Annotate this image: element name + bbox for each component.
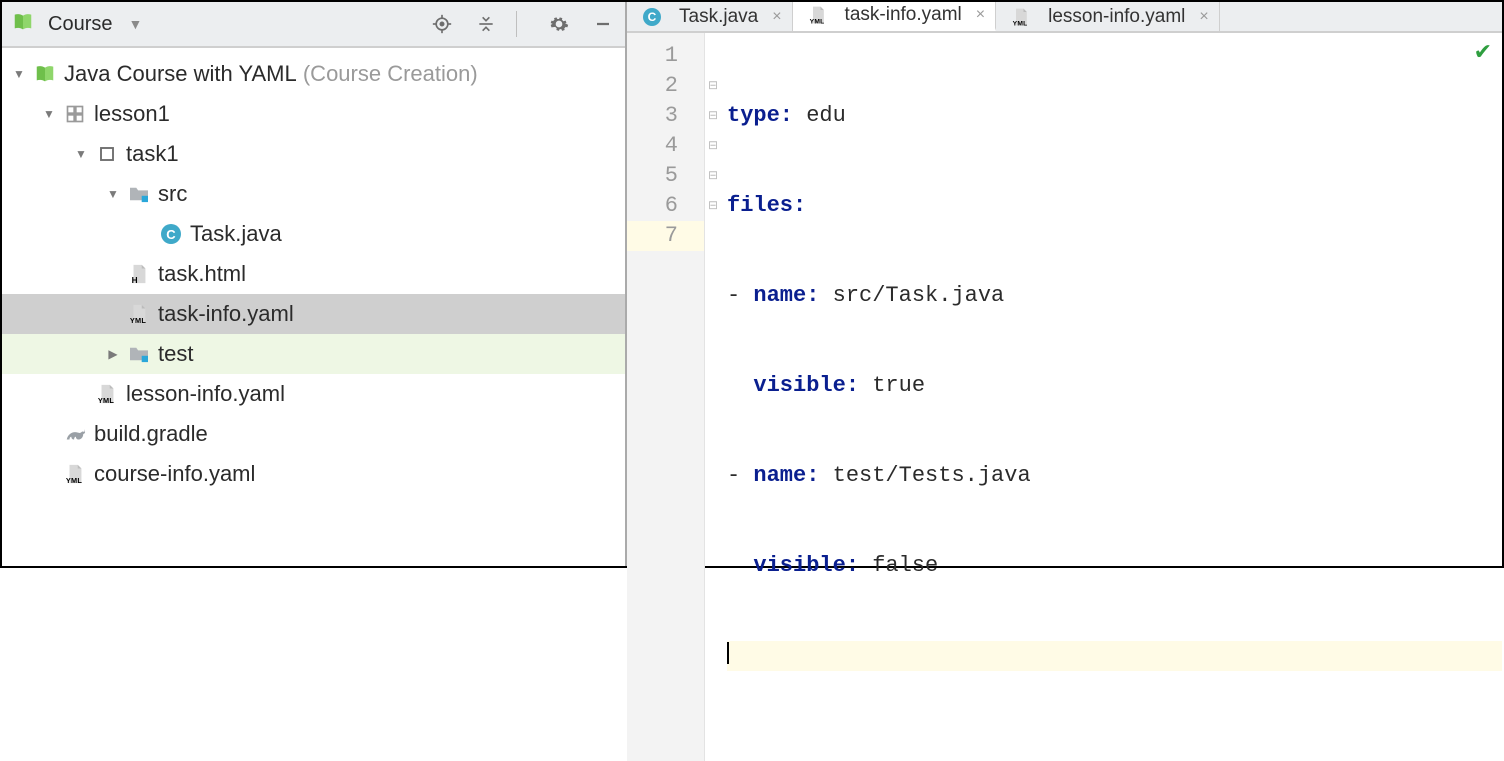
book-icon [12, 11, 34, 38]
minimize-icon[interactable] [591, 12, 615, 36]
lesson-icon [62, 101, 88, 127]
class-icon: C [639, 4, 665, 30]
tree-lesson-info[interactable]: YML lesson-info.yaml [2, 374, 625, 414]
book-icon [32, 61, 58, 87]
code-val: false [859, 553, 938, 578]
code-val: test/Tests.java [819, 463, 1030, 488]
code-area[interactable]: 1 2 3 4 5 6 7 ⊟⊟⊟⊟⊟ type: edu files: - n… [627, 33, 1502, 761]
code-key: files: [727, 193, 806, 218]
line-number: 3 [627, 101, 678, 131]
close-icon[interactable]: × [976, 6, 985, 24]
tree-suffix: (Course Creation) [303, 61, 478, 87]
tab-lesson-info[interactable]: YML lesson-info.yaml × [996, 2, 1220, 31]
code-prefix [727, 373, 753, 398]
yaml-file-icon: YML [1008, 4, 1034, 30]
close-icon[interactable]: × [772, 8, 781, 26]
tab-label: task-info.yaml [845, 4, 962, 26]
tree-label: lesson1 [94, 101, 170, 127]
tree-label: course-info.yaml [94, 461, 255, 487]
tree-task-info[interactable]: YML task-info.yaml [2, 294, 625, 334]
tree-label: task-info.yaml [158, 301, 294, 327]
tree-label: lesson-info.yaml [126, 381, 285, 407]
chevron-right-icon[interactable]: ▶ [102, 343, 124, 365]
editor-pane: C Task.java × YML task-info.yaml × YML l… [627, 2, 1502, 566]
tree-label: test [158, 341, 193, 367]
line-number: 5 [627, 161, 678, 191]
svg-text:YML: YML [98, 396, 115, 405]
line-gutter: 1 2 3 4 5 6 7 [627, 33, 705, 761]
tree-course-info[interactable]: YML course-info.yaml [2, 454, 625, 494]
task-icon [94, 141, 120, 167]
chevron-down-icon[interactable]: ▼ [70, 143, 92, 165]
tree-label: build.gradle [94, 421, 208, 447]
gear-icon[interactable] [547, 12, 571, 36]
yaml-file-icon: YML [94, 381, 120, 407]
code-val: edu [793, 103, 846, 128]
chevron-down-icon[interactable]: ▼ [128, 16, 142, 32]
line-number: 1 [627, 41, 678, 71]
line-number: 7 [627, 221, 704, 251]
project-tree[interactable]: ▼ Java Course with YAML (Course Creation… [2, 48, 625, 566]
close-icon[interactable]: × [1199, 8, 1208, 26]
text-cursor [727, 642, 729, 664]
yaml-file-icon: YML [126, 301, 152, 327]
code-content[interactable]: type: edu files: - name: src/Task.java v… [705, 33, 1502, 761]
tree-root[interactable]: ▼ Java Course with YAML (Course Creation… [2, 54, 625, 94]
svg-text:YML: YML [809, 18, 824, 25]
code-prefix: - [727, 283, 753, 308]
tree-label: task1 [126, 141, 179, 167]
sidebar-toolbar: Course ▼ [2, 2, 625, 48]
code-key: name: [753, 463, 819, 488]
project-sidebar: Course ▼ ▼ Java Course with YAML (Course… [2, 2, 627, 566]
svg-text:H: H [132, 276, 138, 285]
sidebar-title[interactable]: Course [48, 13, 112, 36]
tree-test[interactable]: ▶ test [2, 334, 625, 374]
svg-text:C: C [166, 227, 176, 242]
svg-text:YML: YML [66, 476, 83, 485]
yaml-file-icon: YML [805, 2, 831, 28]
target-icon[interactable] [430, 12, 454, 36]
class-icon: C [158, 221, 184, 247]
code-key: visible: [753, 553, 859, 578]
line-number: 2 [627, 71, 678, 101]
code-prefix: - [727, 463, 753, 488]
tree-task-html[interactable]: H task.html [2, 254, 625, 294]
editor-tabs: C Task.java × YML task-info.yaml × YML l… [627, 2, 1502, 33]
chevron-down-icon[interactable]: ▼ [8, 63, 30, 85]
tab-label: Task.java [679, 6, 758, 28]
tree-label: Task.java [190, 221, 282, 247]
tree-lesson[interactable]: ▼ lesson1 [2, 94, 625, 134]
collapse-icon[interactable] [474, 12, 498, 36]
svg-text:YML: YML [130, 316, 147, 325]
svg-text:C: C [648, 10, 657, 24]
folder-icon [126, 341, 152, 367]
code-key: visible: [753, 373, 859, 398]
yaml-file-icon: YML [62, 461, 88, 487]
chevron-down-icon[interactable]: ▼ [38, 103, 60, 125]
tree-label: src [158, 181, 187, 207]
tree-task-java[interactable]: C Task.java [2, 214, 625, 254]
gradle-icon [62, 421, 88, 447]
code-val: src/Task.java [819, 283, 1004, 308]
tree-build-gradle[interactable]: build.gradle [2, 414, 625, 454]
check-icon: ✔ [1474, 39, 1492, 69]
tab-task-java[interactable]: C Task.java × [627, 2, 793, 31]
code-key: name: [753, 283, 819, 308]
html-file-icon: H [126, 261, 152, 287]
line-number: 6 [627, 191, 678, 221]
tree-task[interactable]: ▼ task1 [2, 134, 625, 174]
line-number: 4 [627, 131, 678, 161]
tab-label: lesson-info.yaml [1048, 6, 1185, 28]
tree-src[interactable]: ▼ src [2, 174, 625, 214]
folder-icon [126, 181, 152, 207]
tree-label: Java Course with YAML [64, 61, 297, 87]
code-prefix [727, 553, 753, 578]
svg-text:YML: YML [1013, 20, 1028, 27]
tab-task-info[interactable]: YML task-info.yaml × [793, 2, 997, 31]
tree-label: task.html [158, 261, 246, 287]
chevron-down-icon[interactable]: ▼ [102, 183, 124, 205]
code-val: true [859, 373, 925, 398]
code-key: type: [727, 103, 793, 128]
